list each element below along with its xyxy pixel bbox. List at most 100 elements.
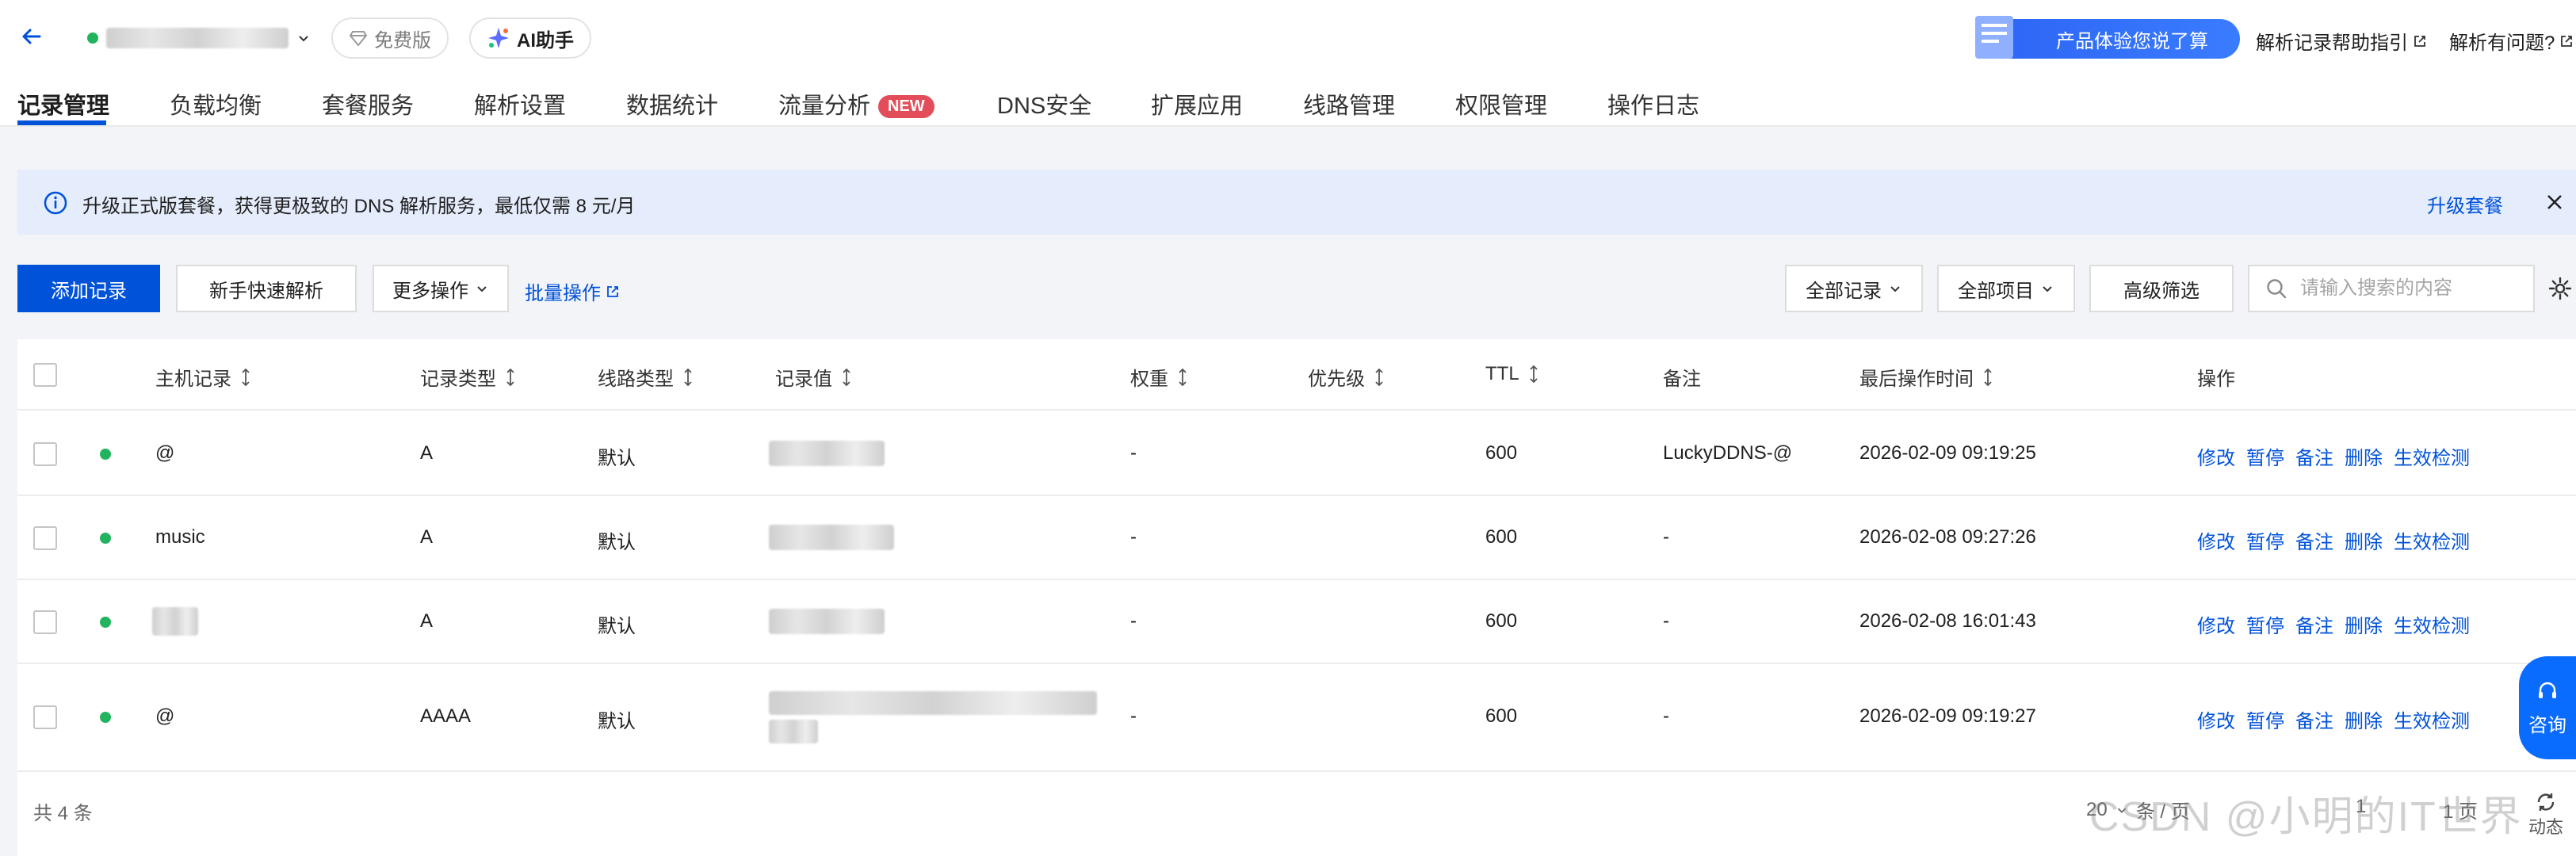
tab-line-management[interactable]: 线路管理 — [1303, 87, 1395, 120]
row-checkbox[interactable] — [33, 442, 57, 466]
header-weight-label: 权重 — [1130, 369, 1168, 390]
tab-traffic-analysis-label: 流量分析 — [778, 94, 871, 119]
all-records-label: 全部记录 — [1806, 280, 1882, 302]
tab-load-balancing[interactable]: 负载均衡 — [170, 87, 262, 120]
dynamic-label: 动态 — [2528, 817, 2564, 837]
help-guide-link[interactable]: 解析记录帮助指引 — [2256, 27, 2427, 55]
row-actions: 修改 暂停 备注 删除 生效检测 — [2197, 526, 2470, 554]
pause-action[interactable]: 暂停 — [2246, 442, 2284, 470]
batch-operation-link[interactable]: 批量操作 — [525, 277, 620, 305]
header-priority[interactable]: 优先级 — [1308, 363, 1384, 391]
close-icon[interactable] — [2543, 190, 2566, 214]
chevron-down-icon — [299, 36, 308, 42]
consult-float-button[interactable]: 咨询 — [2519, 656, 2576, 759]
sort-icon — [1375, 368, 1383, 386]
batch-operation-label: 批量操作 — [525, 283, 601, 304]
per-page-label: 条 / 页 — [2135, 801, 2190, 823]
row-checkbox[interactable] — [33, 526, 57, 550]
ai-assistant-label: AI助手 — [517, 29, 574, 52]
tab-record-management[interactable]: 记录管理 — [17, 87, 109, 120]
check-effect-action[interactable]: 生效检测 — [2394, 610, 2470, 638]
header-host[interactable]: 主机记录 — [155, 363, 250, 391]
sort-icon — [1179, 368, 1187, 386]
tab-extensions[interactable]: 扩展应用 — [1151, 87, 1243, 120]
pause-action[interactable]: 暂停 — [2246, 526, 2284, 554]
delete-action[interactable]: 删除 — [2345, 442, 2383, 470]
delete-action[interactable]: 删除 — [2345, 610, 2383, 638]
quick-resolve-label: 新手快速解析 — [209, 280, 323, 302]
header-last-time[interactable]: 最后操作时间 — [1859, 363, 1993, 391]
remark-action[interactable]: 备注 — [2295, 610, 2333, 638]
page-size-select[interactable]: 20 条 / 页 — [2086, 796, 2190, 824]
check-effect-action[interactable]: 生效检测 — [2394, 442, 2470, 470]
consult-label: 咨询 — [2528, 714, 2566, 736]
total-pages: 1 页 — [2443, 796, 2478, 824]
edit-action[interactable]: 修改 — [2197, 705, 2235, 733]
cell-weight: - — [1130, 705, 1137, 727]
tab-traffic-analysis[interactable]: 流量分析 NEW — [778, 87, 934, 120]
search-input[interactable] — [2300, 277, 2522, 300]
header-value-label: 记录值 — [775, 369, 832, 390]
pause-action[interactable]: 暂停 — [2246, 610, 2284, 638]
remark-action[interactable]: 备注 — [2295, 442, 2333, 470]
delete-action[interactable]: 删除 — [2345, 526, 2383, 554]
dynamic-float-button[interactable]: 动态 — [2528, 791, 2563, 839]
free-plan-badge: 免费版 — [331, 17, 449, 59]
tab-plan-service[interactable]: 套餐服务 — [322, 87, 414, 120]
edit-action[interactable]: 修改 — [2197, 442, 2235, 470]
edit-action[interactable]: 修改 — [2197, 526, 2235, 554]
row-checkbox[interactable] — [33, 610, 57, 634]
page-size-value: 20 — [2086, 798, 2108, 820]
record-status-dot — [100, 712, 111, 723]
all-records-filter[interactable]: 全部记录 — [1785, 265, 1923, 312]
quick-resolve-button[interactable]: 新手快速解析 — [176, 265, 357, 312]
remark-action[interactable]: 备注 — [2295, 526, 2333, 554]
pause-action[interactable]: 暂停 — [2246, 705, 2284, 733]
cell-ttl: 600 — [1485, 526, 1518, 548]
add-record-label: 添加记录 — [51, 280, 127, 302]
upgrade-plan-link[interactable]: 升级套餐 — [2427, 190, 2503, 218]
cell-ttl: 600 — [1485, 610, 1518, 632]
chevron-down-icon — [2117, 808, 2126, 813]
header-type[interactable]: 记录类型 — [420, 363, 515, 391]
add-record-button[interactable]: 添加记录 — [17, 265, 160, 312]
table-header: 主机记录 记录类型 线路类型 记录值 权重 优先级 TTL 备注 最后操作时间 … — [17, 339, 2576, 411]
domain-selector[interactable] — [87, 22, 311, 54]
tab-resolve-settings[interactable]: 解析设置 — [474, 87, 566, 120]
header-ttl[interactable]: TTL — [1485, 363, 1538, 385]
header-line[interactable]: 线路类型 — [598, 363, 693, 391]
new-badge: NEW — [878, 95, 934, 118]
active-tab-indicator — [17, 120, 106, 125]
check-effect-action[interactable]: 生效检测 — [2394, 705, 2470, 733]
tab-permission-management[interactable]: 权限管理 — [1455, 87, 1547, 120]
delete-action[interactable]: 删除 — [2345, 705, 2383, 733]
row-actions: 修改 暂停 备注 删除 生效检测 — [2197, 705, 2470, 733]
total-count: 共 4 条 — [33, 803, 93, 824]
page-jumper[interactable]: 1 — [2356, 796, 2366, 818]
header-weight[interactable]: 权重 — [1130, 363, 1187, 391]
check-effect-action[interactable]: 生效检测 — [2394, 526, 2470, 554]
edit-action[interactable]: 修改 — [2197, 610, 2235, 638]
external-link-icon — [2561, 35, 2573, 47]
table-row: @ AAAA 默认 - 600 - 2026-02-09 09:19:27 修改… — [17, 664, 2576, 772]
cell-ttl: 600 — [1485, 442, 1518, 464]
cell-host: @ — [155, 705, 175, 727]
tab-dns-security[interactable]: DNS安全 — [997, 87, 1091, 120]
header-value[interactable]: 记录值 — [775, 363, 851, 391]
gear-icon[interactable] — [2547, 276, 2573, 301]
advanced-filter-button[interactable]: 高级筛选 — [2089, 265, 2234, 312]
tab-operation-log[interactable]: 操作日志 — [1607, 87, 1699, 120]
select-all-checkbox[interactable] — [33, 363, 57, 387]
tab-data-statistics[interactable]: 数据统计 — [626, 87, 718, 120]
upgrade-notice-banner: 升级正式版套餐，获得更极致的 DNS 解析服务，最低仅需 8 元/月 升级套餐 — [17, 170, 2576, 235]
feedback-promo-button[interactable]: 产品体验您说了算 — [1975, 16, 2240, 59]
more-actions-dropdown[interactable]: 更多操作 — [373, 265, 509, 312]
cell-value-redacted-line2 — [769, 720, 818, 743]
ai-assistant-button[interactable]: AI助手 — [469, 17, 591, 59]
row-checkbox[interactable] — [33, 705, 57, 729]
back-arrow-icon[interactable] — [16, 21, 48, 52]
remark-action[interactable]: 备注 — [2295, 705, 2333, 733]
all-projects-filter[interactable]: 全部项目 — [1937, 265, 2075, 312]
cell-type: A — [420, 526, 434, 548]
resolve-issue-link[interactable]: 解析有问题? — [2449, 27, 2574, 55]
